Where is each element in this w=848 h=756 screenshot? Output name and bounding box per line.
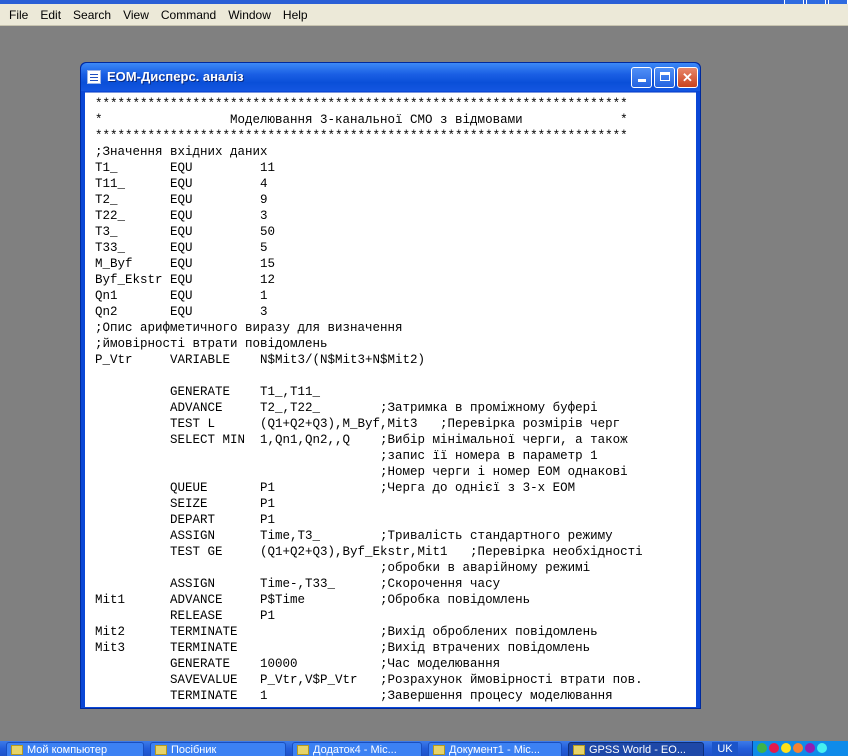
minimize-button[interactable] [631,67,652,88]
gpss-source-code[interactable]: ****************************************… [85,93,696,704]
computer-icon [11,745,23,755]
task-dokument1-word[interactable]: Документ1 - Mic... [428,742,562,756]
task-posibnyk[interactable]: Посібник [150,742,286,756]
task-dodatok4-word[interactable]: Додаток4 - Mic... [292,742,422,756]
system-tray [752,741,848,756]
code-editor[interactable]: ****************************************… [85,92,696,707]
task-label: Посібник [171,744,217,756]
task-gpss-world[interactable]: GPSS World - EO... [568,742,704,756]
maximize-icon [659,72,670,81]
network-icon[interactable] [757,743,767,753]
word-document-icon [297,745,309,755]
menu-view[interactable]: View [117,4,155,26]
taskbar: Мой компьютер Посібник Додаток4 - Mic...… [0,741,848,756]
folder-icon [155,745,167,755]
menu-command[interactable]: Command [155,4,222,26]
menu-edit[interactable]: Edit [34,4,67,26]
task-label: GPSS World - EO... [589,744,686,756]
task-label: Документ1 - Mic... [449,744,540,756]
menu-bar: File Edit Search View Command Window Hel… [0,4,848,26]
document-icon [87,70,101,84]
menu-help[interactable]: Help [277,4,314,26]
task-my-computer[interactable]: Мой компьютер [6,742,144,756]
speaker-icon[interactable] [781,743,791,753]
menu-search[interactable]: Search [67,4,117,26]
mdi-client-area: ЕОМ-Дисперс. аналіз ✕ ******************… [0,26,848,734]
task-label: Додаток4 - Mic... [313,744,397,756]
close-button[interactable]: ✕ [677,67,698,88]
task-label: Мой компьютер [27,744,108,756]
menu-window[interactable]: Window [222,4,277,26]
window-title: ЕОМ-Дисперс. аналіз [107,69,244,84]
model-editor-window: ЕОМ-Дисперс. аналіз ✕ ******************… [80,62,701,709]
close-icon: ✕ [682,70,693,85]
tray-app-icon[interactable] [805,743,815,753]
maximize-button[interactable] [654,67,675,88]
word-document-icon [433,745,445,755]
tray-app-icon[interactable] [817,743,827,753]
window-titlebar[interactable]: ЕОМ-Дисперс. аналіз ✕ [81,63,700,91]
gpss-app-icon [573,745,585,755]
minimize-icon [637,79,646,82]
tray-app-icon[interactable] [793,743,803,753]
antivirus-icon[interactable] [769,743,779,753]
menu-file[interactable]: File [3,4,34,26]
language-indicator[interactable]: UK [712,742,738,756]
